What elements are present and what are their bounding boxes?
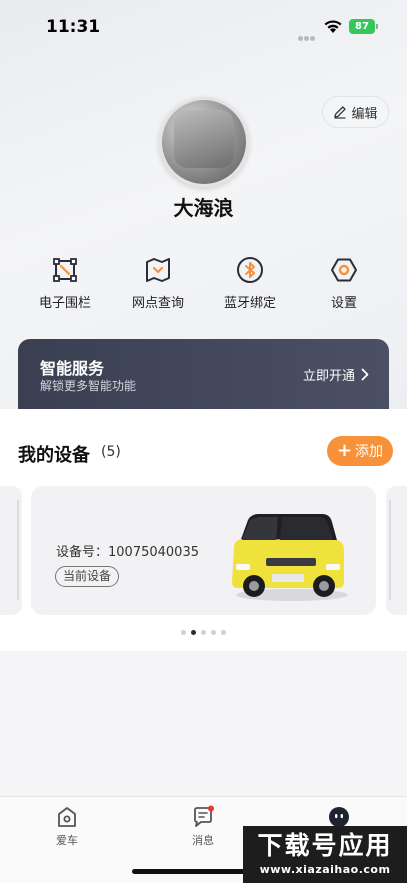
tab-label: 消息	[192, 834, 214, 847]
quick-action-bluetooth[interactable]: 蓝牙绑定	[205, 256, 295, 311]
quick-action-label: 设置	[330, 296, 357, 311]
battery-icon: 87	[349, 19, 379, 34]
quick-action-label: 电子围栏	[38, 296, 91, 311]
pager-dot[interactable]	[181, 630, 186, 635]
quick-action-settings[interactable]: 设置	[299, 256, 389, 311]
activate-now-link[interactable]: 立即开通	[303, 365, 369, 384]
message-icon	[194, 805, 214, 827]
current-device-badge: 当前设备	[55, 566, 120, 587]
plus-icon: +	[336, 440, 353, 461]
watermark-title: 下载号应用	[257, 831, 393, 860]
smart-service-title: 智能服务	[40, 359, 105, 378]
pager-dot[interactable]	[201, 630, 206, 635]
quick-action-label: 网点查询	[131, 296, 184, 311]
previous-device-card[interactable]	[0, 486, 22, 615]
car-image-icon	[232, 514, 348, 601]
quick-action-map[interactable]: 网点查询	[113, 256, 203, 311]
wifi-icon	[324, 20, 342, 33]
pager-dot[interactable]	[221, 630, 226, 635]
pencil-icon	[334, 106, 347, 119]
devices-count: (5)	[101, 444, 121, 460]
device-number: 设备号：10075040035	[56, 545, 199, 560]
username: 大海浪	[173, 196, 234, 220]
quick-action-fence[interactable]: 电子围栏	[20, 256, 110, 311]
signal-dots-icon	[298, 26, 316, 41]
add-device-button[interactable]: + 添加	[327, 436, 393, 466]
avatar[interactable]	[159, 97, 249, 187]
fence-icon	[53, 258, 77, 282]
device-card[interactable]: 设备号：10075040035 当前设备	[31, 486, 376, 615]
my-devices-section: 我的设备 (5) + 添加 设备号：10075040035 当前设备	[0, 409, 407, 651]
status-bar: 11:31 87	[0, 0, 407, 52]
smart-service-banner[interactable]: 智能服务 解锁更多智能功能 立即开通	[18, 339, 389, 411]
watermark-url: www.xiazaihao.com	[259, 863, 391, 876]
pager-dot-active[interactable]	[191, 630, 196, 635]
watermark-logo: 下载号应用 www.xiazaihao.com	[243, 826, 407, 883]
status-time: 11:31	[46, 17, 101, 37]
device-carousel-pager	[0, 620, 407, 639]
car-home-icon	[58, 807, 76, 827]
my-devices-title: 我的设备	[18, 445, 90, 466]
map-icon	[146, 258, 170, 282]
quick-action-label: 蓝牙绑定	[223, 296, 276, 311]
activate-now-label: 立即开通	[302, 369, 355, 384]
tab-car[interactable]: 爱车	[32, 805, 102, 848]
tab-label: 爱车	[56, 834, 78, 847]
next-device-card[interactable]	[386, 486, 407, 615]
bluetooth-icon	[237, 257, 263, 283]
pager-dot[interactable]	[211, 630, 216, 635]
quick-actions: 电子围栏 网点查询 蓝牙绑定 设置	[0, 256, 407, 320]
edit-label: 编辑	[351, 106, 378, 122]
battery-level: 87	[349, 19, 375, 34]
settings-icon	[331, 258, 357, 282]
chevron-right-icon	[361, 368, 369, 381]
smart-service-subtitle: 解锁更多智能功能	[40, 379, 137, 393]
add-device-label: 添加	[355, 444, 384, 460]
tab-messages[interactable]: 消息	[168, 805, 238, 848]
edit-profile-button[interactable]: 编辑	[322, 96, 389, 128]
